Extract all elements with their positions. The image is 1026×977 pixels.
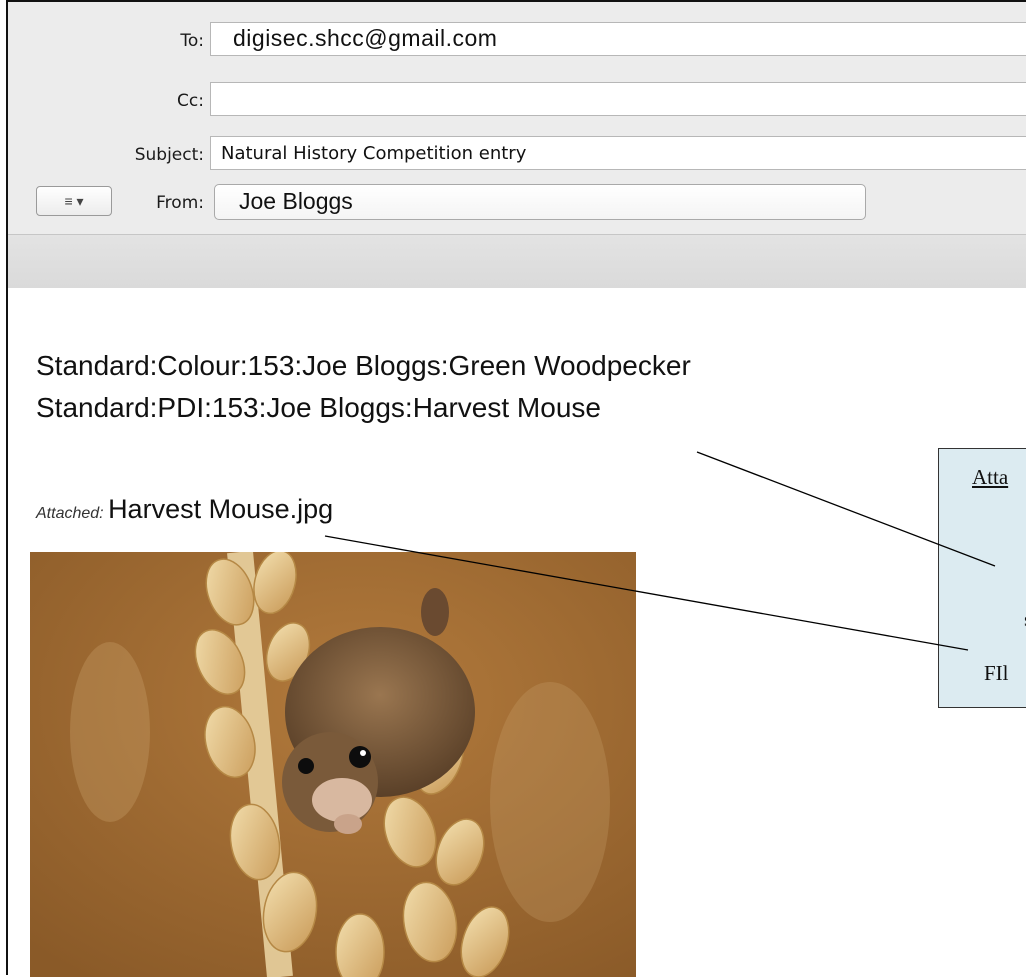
annotation-pointer-lines <box>324 451 996 651</box>
pointer-line-filename <box>324 535 969 651</box>
pointer-line-entry <box>696 451 996 567</box>
